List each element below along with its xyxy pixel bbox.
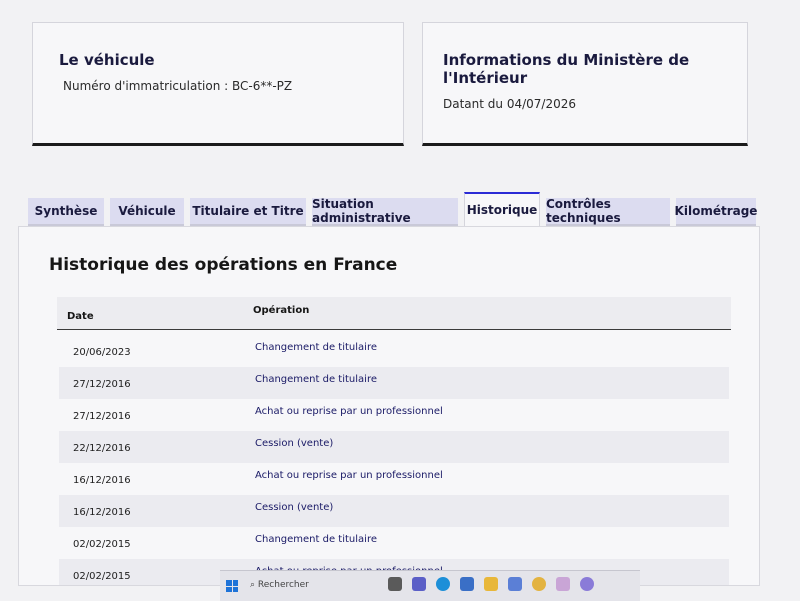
row-date: 22/12/2016	[73, 443, 131, 454]
tab-situation-administrative[interactable]: Situation administrative	[312, 197, 458, 226]
table-row: 20/06/2023 Changement de titulaire	[59, 335, 729, 367]
ministry-card: Informations du Ministère de l'Intérieur…	[422, 22, 748, 146]
table-row: 22/12/2016 Cession (vente)	[59, 431, 729, 463]
search-placeholder: Rechercher	[257, 580, 309, 590]
taskbar: ⌕ Rechercher	[220, 570, 640, 601]
column-header-date: Date	[67, 311, 94, 322]
table-row: 16/12/2016 Achat ou reprise par un profe…	[59, 463, 729, 495]
column-header-operation: Opération	[253, 305, 310, 316]
plate-number: Numéro d'immatriculation : BC-6**-PZ	[63, 79, 293, 93]
row-date: 16/12/2016	[73, 475, 131, 486]
row-operation: Achat ou reprise par un professionnel	[255, 406, 443, 417]
chrome-icon[interactable]	[532, 577, 546, 591]
file-explorer-icon[interactable]	[388, 577, 402, 591]
history-panel: Historique des opérations en France Date…	[18, 226, 760, 586]
tab-controles-techniques[interactable]: Contrôles techniques	[546, 197, 670, 226]
app-icon[interactable]	[580, 577, 594, 591]
row-operation: Changement de titulaire	[255, 342, 377, 353]
history-title: Historique des opérations en France	[49, 255, 398, 275]
teams-icon[interactable]	[412, 577, 426, 591]
row-date: 16/12/2016	[73, 507, 131, 518]
row-date: 02/02/2015	[73, 539, 131, 550]
folder-icon[interactable]	[484, 577, 498, 591]
row-operation: Cession (vente)	[255, 502, 334, 513]
table-row: 27/12/2016 Achat ou reprise par un profe…	[59, 399, 729, 431]
app-icon[interactable]	[508, 577, 522, 591]
tab-synthese[interactable]: Synthèse	[28, 198, 104, 226]
row-operation: Achat ou reprise par un professionnel	[255, 470, 443, 481]
app-icon[interactable]	[556, 577, 570, 591]
row-operation: Cession (vente)	[255, 438, 334, 449]
tab-bar: Synthèse Véhicule Titulaire et Titre Sit…	[28, 188, 758, 226]
row-operation: Changement de titulaire	[255, 534, 377, 545]
store-icon[interactable]	[460, 577, 474, 591]
row-date: 20/06/2023	[73, 347, 131, 358]
tab-kilometrage[interactable]: Kilométrage	[675, 198, 757, 226]
row-date: 27/12/2016	[73, 379, 131, 390]
edge-icon[interactable]	[436, 577, 450, 591]
data-date: Datant du 04/07/2026	[443, 97, 576, 111]
tab-historique[interactable]: Historique	[464, 192, 540, 226]
table-row: 02/02/2015 Changement de titulaire	[59, 527, 729, 559]
tab-vehicule[interactable]: Véhicule	[110, 198, 184, 226]
taskbar-search[interactable]: ⌕ Rechercher	[250, 580, 309, 590]
vehicle-card-title: Le véhicule	[59, 51, 155, 69]
table-row: 27/12/2016 Changement de titulaire	[59, 367, 729, 399]
row-operation: Changement de titulaire	[255, 374, 377, 385]
row-date: 27/12/2016	[73, 411, 131, 422]
table-row: 16/12/2016 Cession (vente)	[59, 495, 729, 527]
ministry-card-title: Informations du Ministère de l'Intérieur	[443, 51, 690, 87]
tab-titulaire-titre[interactable]: Titulaire et Titre	[190, 198, 306, 226]
row-date: 02/02/2015	[73, 571, 131, 582]
windows-icon[interactable]	[226, 580, 238, 592]
vehicle-card: Le véhicule Numéro d'immatriculation : B…	[32, 22, 404, 146]
history-table-header: Date Opération	[57, 297, 731, 330]
